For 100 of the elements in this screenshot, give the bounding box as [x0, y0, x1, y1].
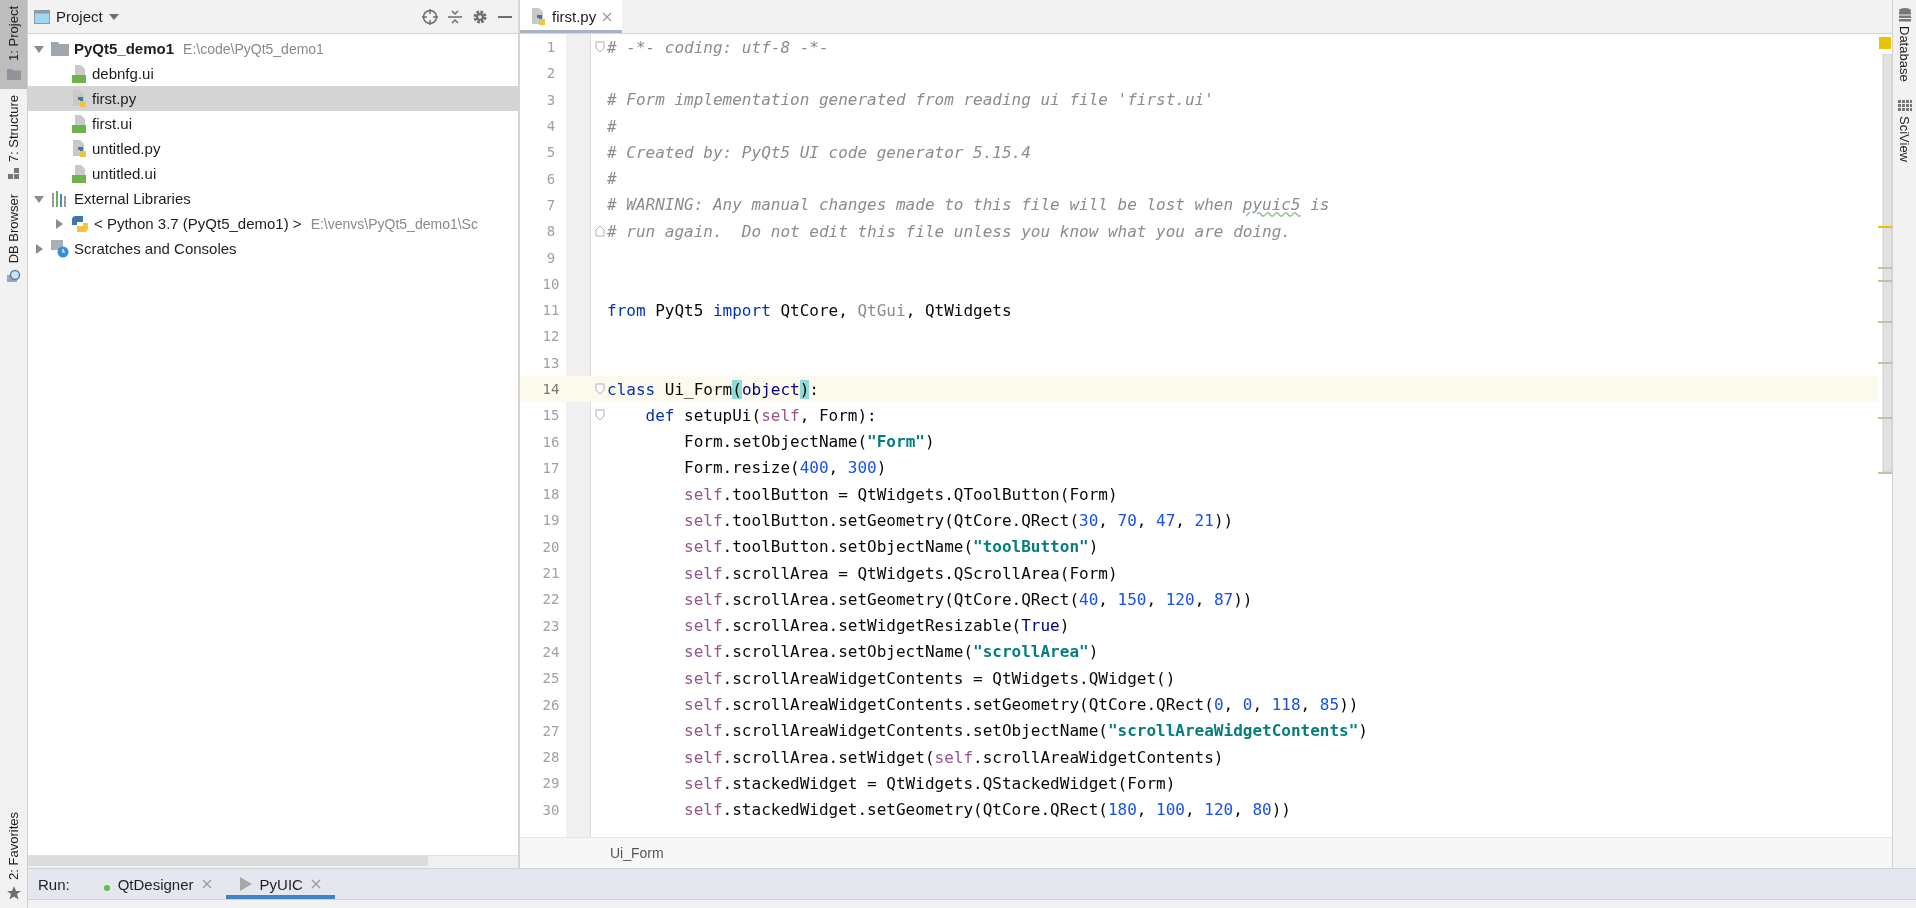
line-number: 26: [541, 696, 561, 713]
tree-item[interactable]: debnfg.ui: [28, 61, 518, 86]
scrollbar-thumb[interactable]: [28, 856, 428, 866]
code-line: self.stackedWidget.setGeometry(QtCore.QRect(180, 100, 120, 80)): [683, 800, 1291, 820]
python-file-icon: [71, 89, 87, 108]
fold-marker-icon[interactable]: [595, 41, 605, 54]
code-line: self.toolButton.setObjectName("toolButton"): [683, 537, 1099, 557]
folder-icon: [6, 66, 21, 81]
status-dot-icon: [103, 885, 110, 891]
tool-window-tab[interactable]: 2: Favorites: [0, 806, 27, 908]
magnifier-icon: [6, 269, 21, 284]
line-number: 7: [545, 196, 557, 213]
code-line: class Ui_Form(object):: [606, 379, 819, 399]
code-line: self.stackedWidget = QtWidgets.QStackedWidget(Form): [683, 773, 1176, 793]
code-line: #: [606, 116, 617, 136]
line-number: 22: [541, 591, 561, 608]
fold-marker-icon[interactable]: [595, 409, 605, 422]
line-number: 12: [541, 328, 561, 345]
item-name: first.py: [92, 90, 137, 107]
folder-icon: [51, 41, 69, 56]
run-label: Run:: [37, 875, 71, 893]
code-line: self.toolButton = QtWidgets.QToolButton(Form): [683, 484, 1118, 504]
tree-item[interactable]: External Libraries: [28, 186, 518, 211]
line-number: 6: [545, 170, 557, 187]
breadcrumb[interactable]: Ui_Form: [610, 845, 664, 861]
close-icon[interactable]: [201, 879, 212, 889]
close-icon[interactable]: [310, 879, 321, 889]
settings-icon[interactable]: [472, 8, 488, 25]
code-line: self.scrollArea.setGeometry(QtCore.QRect(40, 150, 120, 87)): [683, 589, 1253, 609]
line-number: 13: [541, 354, 561, 371]
line-number: 8: [545, 223, 557, 240]
caret-icon[interactable]: [108, 13, 119, 20]
code-line: self.scrollAreaWidgetContents.setGeometry(QtCore.QRect(0, 0, 118, 85)): [683, 695, 1359, 715]
code-line: Form.resize(400, 300): [683, 458, 887, 478]
code-line: # WARNING: Any manual changes made to this file will be lost when pyuic5 is: [606, 195, 1330, 215]
code-line: # run again. Do not edit this file unless you know what you are doing.: [606, 221, 1291, 241]
tree-item[interactable]: untitled.py: [28, 136, 518, 161]
qt-file-icon: [71, 114, 87, 133]
fold-marker-icon[interactable]: [595, 225, 605, 238]
play-icon: [239, 877, 252, 891]
item-name: debnfg.ui: [92, 65, 154, 82]
database-icon: [1897, 8, 1912, 22]
item-name: untitled.py: [92, 140, 161, 157]
close-icon[interactable]: [602, 11, 613, 22]
tree-item[interactable]: < Python 3.7 (PyQt5_demo1) > E:\venvs\PyQt5_demo1\Sc: [28, 211, 518, 236]
grid-icon: [1897, 99, 1912, 112]
item-name: untitled.ui: [92, 165, 157, 182]
structure-icon: [7, 168, 20, 181]
code-line: self.toolButton.setGeometry(QtCore.QRect(30, 70, 47, 21)): [683, 511, 1234, 530]
line-number: 16: [541, 433, 561, 450]
fold-marker-icon[interactable]: [595, 383, 605, 395]
locate-icon[interactable]: [422, 8, 438, 25]
file-tab[interactable]: first.py: [520, 0, 623, 33]
line-number: 4: [545, 118, 557, 135]
code-line: from PyQt5 import QtCore, QtGui, QtWidgets: [606, 300, 1012, 320]
line-number: 11: [541, 302, 561, 319]
tool-window-tab[interactable]: 1: Project: [0, 0, 27, 89]
line-number: 5: [545, 144, 557, 161]
item-name: External Libraries: [74, 190, 191, 207]
line-number: 10: [541, 275, 561, 292]
code-line: self.scrollArea.setWidgetResizable(True): [683, 616, 1070, 636]
run-tab[interactable]: PyUIC: [225, 869, 335, 899]
tool-window-tab[interactable]: DB Browser: [0, 188, 27, 292]
code-line: self.scrollAreaWidgetContents.setObjectName("scrollAreaWidgetContents"): [683, 721, 1368, 741]
tree-item[interactable]: first.py: [28, 86, 518, 111]
line-number: 27: [541, 722, 561, 739]
tool-window-tab[interactable]: Database: [1897, 8, 1912, 82]
line-number: 23: [541, 617, 561, 634]
line-number: 21: [541, 565, 561, 582]
python-icon: [71, 214, 89, 233]
code-line: def setupUi(self, Form):: [644, 405, 877, 425]
item-path: E:\venvs\PyQt5_demo1\Sc: [310, 215, 478, 232]
tool-window-tab[interactable]: SciView: [1897, 99, 1912, 162]
tree-item[interactable]: Scratches and Consoles: [28, 236, 518, 261]
item-name: Scratches and Consoles: [74, 240, 237, 257]
run-tab[interactable]: QtDesigner: [89, 869, 226, 899]
line-number: 20: [541, 538, 561, 555]
tree-item[interactable]: first.ui: [28, 111, 518, 136]
tree-item[interactable]: untitled.ui: [28, 161, 518, 186]
window-icon: [34, 9, 50, 24]
code-line: self.scrollArea = QtWidgets.QScrollArea(Form): [683, 563, 1118, 583]
code-line: self.scrollArea.setWidget(self.scrollAreaWidgetContents): [683, 747, 1224, 767]
code-line: Form.setObjectName("Form"): [683, 432, 935, 452]
line-number: 18: [541, 486, 561, 503]
qt-file-icon: [71, 64, 87, 83]
line-number: 30: [541, 801, 561, 818]
library-icon: [51, 190, 69, 207]
panel-title[interactable]: Project: [56, 8, 103, 25]
collapse-all-icon[interactable]: [448, 8, 462, 25]
code-line: # Form implementation generated from reading ui file 'first.ui': [606, 90, 1214, 110]
item-name: PyQt5_demo1: [74, 40, 175, 57]
code-line: # Created by: PyQt5 UI code generator 5.15.4: [606, 142, 1031, 162]
code-line: self.scrollAreaWidgetContents = QtWidgets.QWidget(): [683, 668, 1176, 688]
qt-file-icon: [71, 164, 87, 183]
warning-marker-icon: [1879, 37, 1891, 49]
line-number: 14: [541, 381, 561, 397]
item-name: < Python 3.7 (PyQt5_demo1) >: [94, 215, 302, 232]
tree-item[interactable]: PyQt5_demo1 E:\code\PyQt5_demo1: [28, 36, 518, 61]
line-number: 15: [541, 407, 561, 424]
tool-window-tab[interactable]: 7: Structure: [0, 88, 27, 189]
